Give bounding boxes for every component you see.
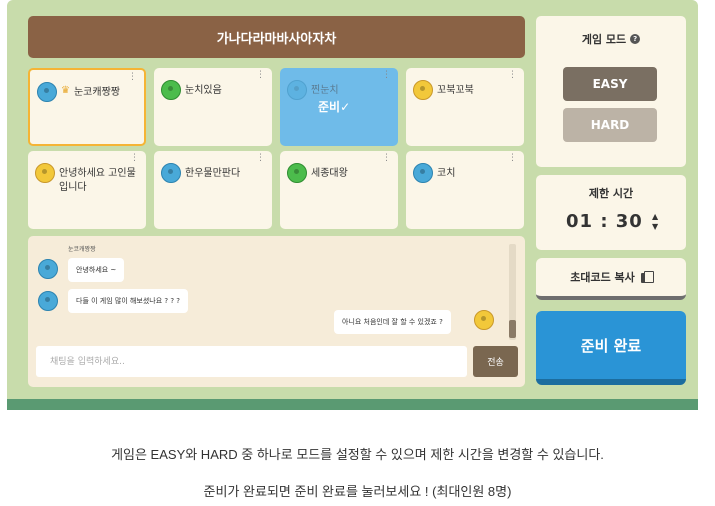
chat-scroll-thumb[interactable] xyxy=(509,320,516,338)
player-slot-4[interactable]: ⋮ 꼬북꼬북 xyxy=(406,68,524,146)
time-stepper[interactable]: ▲ ▼ xyxy=(652,212,658,232)
caption-line-1: 게임은 EASY와 HARD 중 하나로 모드를 설정할 수 있으며 제한 시간… xyxy=(111,447,604,462)
chevron-down-icon[interactable]: ▼ xyxy=(652,222,658,232)
player-name: 꼬북꼬북 xyxy=(437,85,474,96)
player-avatar xyxy=(413,163,433,183)
caption-line-2: 준비가 완료되면 준비 완료를 눌러보세요 ! (최대인원 8명) xyxy=(203,484,512,499)
chat-avatar xyxy=(38,259,58,279)
chat-avatar xyxy=(474,310,494,330)
copy-invite-code-label: 초대코드 복사 xyxy=(570,271,635,284)
player-name: 찐눈치 xyxy=(311,85,339,96)
game-mode-label: 게임 모드 xyxy=(581,33,627,46)
copy-icon xyxy=(640,271,654,283)
player-name: 눈치있음 xyxy=(185,85,222,96)
player-slot-7[interactable]: ⋮ 세종대왕 xyxy=(280,151,398,229)
player-slot-8[interactable]: ⋮ 코치 xyxy=(406,151,524,229)
room-title: 가나다라마바사아자차 xyxy=(28,16,525,58)
frame-base xyxy=(7,399,698,410)
chat-message: 아니요 처음인데 잘 할 수 있겠죠 ? xyxy=(334,310,451,334)
chat-avatar xyxy=(38,291,58,311)
chat-message: 다들 이 게임 많이 해보셨나요 ? ? ? xyxy=(68,289,189,313)
more-icon[interactable]: ⋮ xyxy=(256,154,265,163)
ready-button[interactable]: 준비 완료 xyxy=(536,311,686,385)
chevron-up-icon[interactable]: ▲ xyxy=(652,212,658,222)
crown-icon: ♛ xyxy=(61,85,70,96)
player-name: 세종대왕 xyxy=(311,168,348,179)
more-icon[interactable]: ⋮ xyxy=(256,71,265,80)
message-sender: 눈코캐짱짱 xyxy=(68,246,96,253)
more-icon[interactable]: ⋮ xyxy=(382,154,391,163)
player-slot-1[interactable]: ⋮ ♛ 눈코캐짱짱 xyxy=(28,68,146,146)
copy-invite-code-button[interactable]: 초대코드 복사 xyxy=(536,258,686,300)
player-name: 코치 xyxy=(437,168,456,179)
more-icon[interactable]: ⋮ xyxy=(508,154,517,163)
more-icon[interactable]: ⋮ xyxy=(128,73,137,82)
player-slot-6[interactable]: ⋮ 한우물만판다 xyxy=(154,151,272,229)
time-limit-panel: 제한 시간 01 : 30 ▲ ▼ xyxy=(536,175,686,250)
player-avatar xyxy=(161,80,181,100)
player-name: 안녕하세요 고인물입니다 xyxy=(59,168,136,193)
player-avatar xyxy=(161,163,181,183)
player-avatar xyxy=(37,82,57,102)
player-avatar xyxy=(35,163,55,183)
player-avatar xyxy=(287,80,307,100)
help-icon[interactable]: ? xyxy=(630,34,641,44)
player-slot-2[interactable]: ⋮ 눈치있음 xyxy=(154,68,272,146)
more-icon[interactable]: ⋮ xyxy=(508,71,517,80)
more-icon[interactable]: ⋮ xyxy=(130,154,139,163)
player-name: 한우물만판다 xyxy=(185,168,241,179)
chat-panel: 눈코캐짱짱 안녕하세요 ~ 다들 이 게임 많이 해보셨나요 ? ? ? 아니요… xyxy=(28,236,525,387)
game-mode-title: 게임 모드 ? xyxy=(536,31,686,47)
chat-input[interactable] xyxy=(36,346,467,377)
hard-mode-button[interactable]: HARD xyxy=(563,108,657,142)
player-slot-5[interactable]: ⋮ 안녕하세요 고인물입니다 xyxy=(28,151,146,229)
time-limit-title: 제한 시간 xyxy=(588,187,634,200)
chat-scrollbar[interactable] xyxy=(509,244,516,340)
more-icon[interactable]: ⋮ xyxy=(382,71,391,80)
ready-badge: 준비✓ xyxy=(318,100,351,114)
player-slot-3[interactable]: ⋮ 찐눈치 준비✓ xyxy=(280,68,398,146)
easy-mode-button[interactable]: EASY xyxy=(563,67,657,101)
time-limit-value: 01 : 30 xyxy=(566,211,643,232)
chat-message: 안녕하세요 ~ xyxy=(68,258,125,282)
game-mode-panel: 게임 모드 ? EASY HARD xyxy=(536,16,686,167)
player-avatar xyxy=(413,80,433,100)
send-button[interactable]: 전송 xyxy=(473,346,518,377)
player-avatar xyxy=(287,163,307,183)
player-name: 눈코캐짱짱 xyxy=(73,87,120,98)
